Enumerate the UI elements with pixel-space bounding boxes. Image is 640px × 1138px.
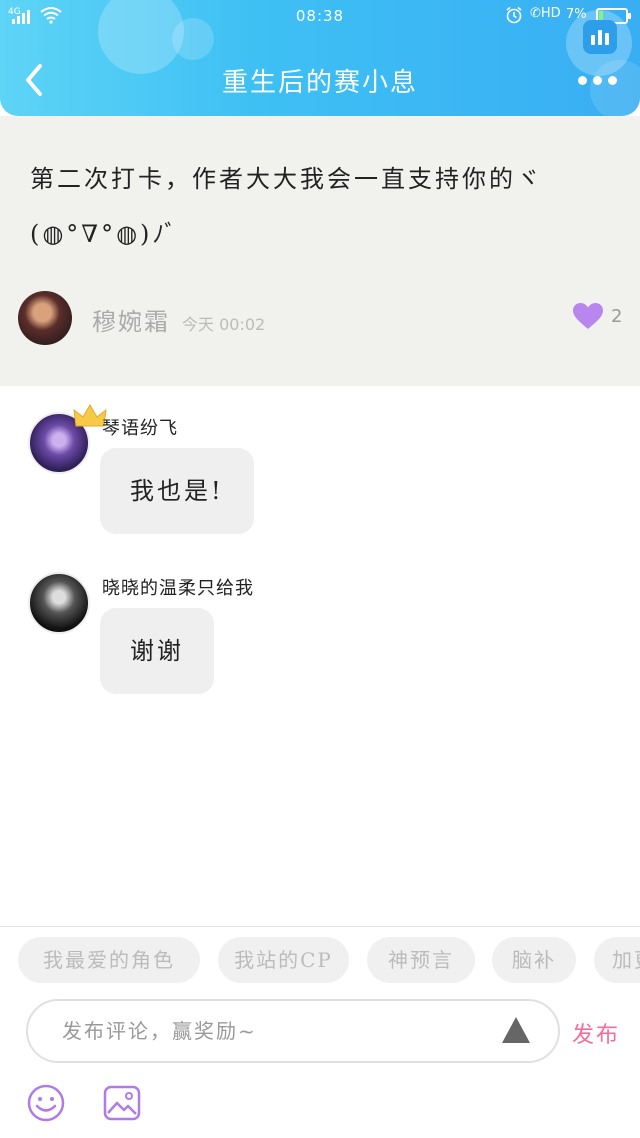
page-title: 重生后的赛小息 [221, 68, 418, 98]
post-time: 今天 00:02 [182, 315, 266, 334]
commenter-name[interactable]: 琴语纷飞 [102, 414, 178, 440]
tag-chip[interactable]: 我最爱的角色 [18, 937, 200, 983]
comment-input[interactable] [62, 1001, 502, 1061]
more-options-icon[interactable] [578, 76, 617, 85]
emoji-icon[interactable] [26, 1083, 66, 1123]
status-bar: 4G 08:38 ✆HD 7% [0, 0, 640, 34]
hd-label: HD [540, 6, 561, 21]
post-card: 第二次打卡，作者大大我会一直支持你的ヾ(◍°∇°◍)ﾉﾞ 穆婉霜 今天 00:0… [0, 116, 640, 386]
commenter-avatar[interactable] [28, 572, 90, 634]
tag-chip[interactable]: 脑补 [492, 937, 576, 983]
author-avatar[interactable] [18, 291, 72, 345]
quick-tags: 我最爱的角色 我站的CP 神预言 脑补 加更 [18, 937, 640, 985]
publish-button[interactable]: 发布 [572, 1017, 620, 1049]
alarm-icon [506, 6, 522, 24]
commenter-name[interactable]: 晓晓的温柔只给我 [102, 574, 254, 600]
author-name[interactable]: 穆婉霜 [92, 302, 170, 337]
like-count: 2 [611, 306, 623, 327]
header: 4G 08:38 ✆HD 7% 重生后的赛小息 [0, 0, 640, 116]
comment-bubble: 我也是! [100, 448, 254, 534]
hd-call-indicator: ✆HD [530, 6, 561, 21]
tag-chip[interactable]: 加更 [594, 937, 640, 983]
battery-percent: 7% [566, 7, 587, 22]
author-name-text: 穆婉霜 [92, 308, 170, 336]
comment-bubble: 谢谢 [100, 608, 214, 694]
post-text: 第二次打卡，作者大大我会一直支持你的ヾ(◍°∇°◍)ﾉﾞ [30, 165, 543, 248]
tag-chip[interactable]: 我站的CP [218, 937, 349, 983]
comment-composer: 我最爱的角色 我站的CP 神预言 脑补 加更 发布 [0, 926, 640, 1138]
heart-icon[interactable] [572, 302, 604, 330]
decor-bubble [590, 60, 640, 116]
page: 4G 08:38 ✆HD 7% 重生后的赛小息 第二次打卡，作者大大我会一直支持… [0, 0, 640, 1138]
comment-input-wrap [26, 999, 560, 1063]
tag-chip[interactable]: 神预言 [367, 937, 475, 983]
back-icon[interactable] [22, 62, 46, 98]
image-icon[interactable] [102, 1083, 142, 1123]
triangle-icon[interactable] [502, 1017, 530, 1043]
floating-stats-icon[interactable] [583, 20, 617, 54]
